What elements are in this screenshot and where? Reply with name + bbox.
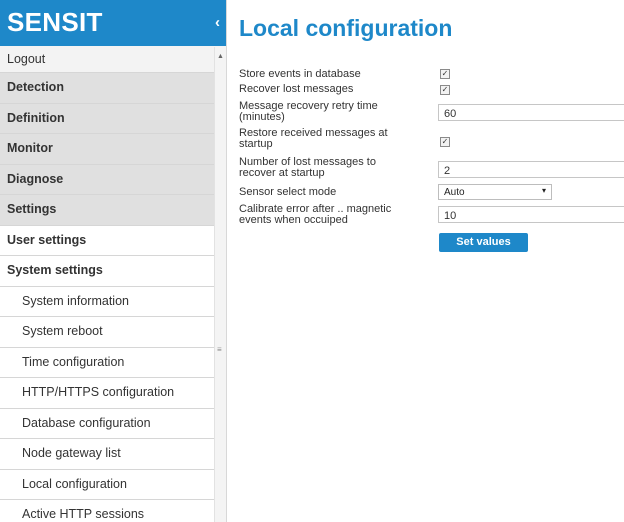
store-events-label: Store events in database bbox=[239, 68, 361, 80]
sidebar-item-system-reboot[interactable]: System reboot bbox=[0, 317, 226, 348]
sidebar-item-system-information[interactable]: System information bbox=[0, 286, 226, 317]
set-values-button[interactable]: Set values bbox=[439, 233, 528, 252]
brand-logo: SENSIT bbox=[7, 7, 103, 37]
sidebar: SENSIT ‹ Logout Detection Definition Monito… bbox=[0, 0, 227, 522]
dropdown-caret-icon: ▾ bbox=[541, 186, 546, 195]
lost-count-input[interactable]: 2 bbox=[438, 161, 624, 178]
sensor-mode-select[interactable]: Auto ▾ bbox=[438, 184, 552, 200]
sidebar-item-monitor[interactable]: Monitor bbox=[0, 134, 226, 165]
sidebar-item-detection[interactable]: Detection bbox=[0, 73, 226, 104]
recover-lost-label: Recover lost messages bbox=[239, 83, 354, 95]
sidebar-item-node-gateway-list[interactable]: Node gateway list bbox=[0, 439, 226, 470]
sidebar-item-local-configuration[interactable]: Local configuration bbox=[0, 469, 226, 500]
scroll-up-arrow-icon[interactable]: ▲ bbox=[217, 53, 224, 60]
calibrate-input[interactable]: 10 bbox=[438, 206, 624, 223]
sidebar-item-system-settings[interactable]: System settings bbox=[0, 256, 226, 287]
restore-received-checkbox[interactable]: ✓ bbox=[440, 137, 450, 147]
page-title: Local configuration bbox=[239, 15, 453, 41]
retry-time-label: Message recovery retry time (minutes) bbox=[239, 100, 378, 123]
restore-received-label: Restore received messages at startup bbox=[239, 127, 388, 150]
retry-time-input[interactable]: 60 bbox=[438, 104, 624, 121]
sidebar-item-diagnose[interactable]: Diagnose bbox=[0, 164, 226, 195]
sidebar-item-time-configuration[interactable]: Time configuration bbox=[0, 347, 226, 378]
collapse-sidebar-icon[interactable]: ‹ bbox=[215, 14, 220, 31]
sidebar-item-database-configuration[interactable]: Database configuration bbox=[0, 408, 226, 439]
calibrate-label: Calibrate error after .. magnetic events… bbox=[239, 203, 392, 226]
sensor-mode-label: Sensor select mode bbox=[239, 186, 337, 198]
lost-count-label: Number of lost messages to recover at st… bbox=[239, 156, 376, 179]
sidebar-scrollbar[interactable]: ▲ ≡ bbox=[214, 47, 226, 522]
scroll-grip-icon[interactable]: ≡ bbox=[217, 345, 222, 354]
brand-header: SENSIT ‹ bbox=[0, 0, 226, 46]
sidebar-item-definition[interactable]: Definition bbox=[0, 103, 226, 134]
sidebar-menu: Logout Detection Definition Monitor Diagnose… bbox=[0, 46, 226, 522]
store-events-checkbox[interactable]: ✓ bbox=[440, 69, 450, 79]
sidebar-item-logout[interactable]: Logout bbox=[0, 46, 226, 73]
sidebar-item-user-settings[interactable]: User settings bbox=[0, 225, 226, 256]
sidebar-item-settings[interactable]: Settings bbox=[0, 195, 226, 226]
sidebar-item-active-http-sessions[interactable]: Active HTTP sessions bbox=[0, 500, 226, 522]
recover-lost-checkbox[interactable]: ✓ bbox=[440, 85, 450, 95]
sensor-mode-value: Auto bbox=[444, 187, 465, 198]
sidebar-item-http-https-configuration[interactable]: HTTP/HTTPS configuration bbox=[0, 378, 226, 409]
